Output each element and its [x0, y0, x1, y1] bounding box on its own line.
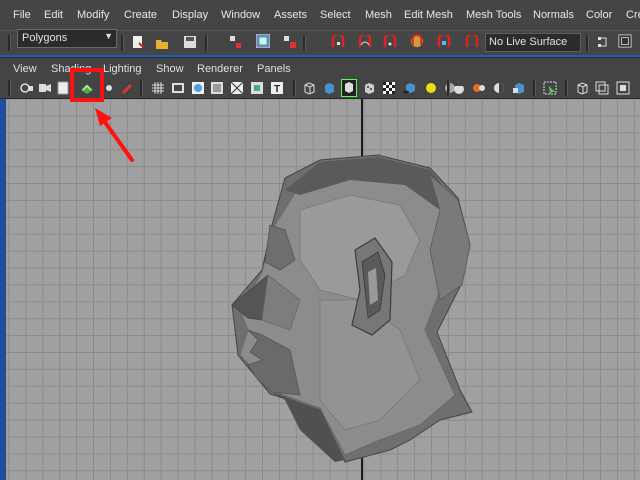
menu-color[interactable]: Color [586, 9, 612, 21]
construction-history-icon[interactable] [596, 35, 610, 49]
separator [293, 80, 296, 96]
camera-attributes-icon[interactable] [38, 81, 52, 95]
resolution-gate-icon[interactable] [191, 81, 205, 95]
grease-pencil-icon[interactable] [119, 81, 133, 95]
select-camera-icon[interactable] [20, 81, 34, 95]
use-all-lights-icon[interactable] [382, 81, 396, 95]
default-light-icon[interactable] [424, 81, 438, 95]
separator [565, 80, 568, 96]
status-line: Polygons ▼ No Live Surface [0, 29, 640, 56]
snap-view-plane-icon[interactable] [410, 34, 424, 48]
save-scene-icon[interactable] [183, 35, 197, 49]
panel-menu-lighting[interactable]: Lighting [103, 63, 142, 75]
menu-file[interactable]: File [13, 9, 31, 21]
smooth-shade-icon[interactable] [322, 81, 336, 95]
chevron-down-icon: ▼ [104, 31, 113, 41]
menu-edit-mesh[interactable]: Edit Mesh [404, 9, 453, 21]
menu-select[interactable]: Select [320, 9, 351, 21]
main-menu-bar: File Edit Modify Create Display Window A… [0, 0, 640, 30]
gate-mask-icon[interactable] [210, 81, 224, 95]
menu-modify[interactable]: Modify [77, 9, 109, 21]
live-surface-magnet-icon[interactable] [465, 35, 479, 49]
select-object-icon[interactable] [256, 34, 270, 48]
textured-icon[interactable] [362, 81, 376, 95]
grid-toggle-icon[interactable] [151, 81, 165, 95]
panel-menu-renderer[interactable]: Renderer [197, 63, 243, 75]
separator [140, 80, 143, 96]
wireframe-on-shaded-icon[interactable] [341, 79, 357, 97]
separator [8, 80, 11, 96]
snap-curve-icon[interactable] [358, 35, 372, 49]
xray-icon[interactable] [512, 81, 526, 95]
depth-of-field-icon[interactable] [492, 81, 506, 95]
motion-blur-icon[interactable] [452, 81, 466, 95]
menu-edit[interactable]: Edit [44, 9, 63, 21]
open-folder-icon[interactable] [155, 36, 169, 50]
wireframe-icon[interactable] [302, 81, 316, 95]
anti-aliasing-icon[interactable] [472, 81, 486, 95]
live-surface-field[interactable]: No Live Surface [485, 33, 581, 52]
menu-display[interactable]: Display [172, 9, 208, 21]
snap-grid-icon[interactable] [331, 35, 345, 49]
select-hierarchy-icon[interactable] [229, 35, 243, 49]
backface-culling-icon[interactable] [616, 81, 630, 95]
separator [8, 35, 11, 51]
snap-point-icon[interactable] [383, 35, 397, 49]
annotation-arrow-icon [95, 108, 134, 162]
separator [205, 35, 208, 51]
panel-menu-show[interactable]: Show [156, 63, 184, 75]
safe-title-icon[interactable]: T [270, 81, 284, 95]
xray-joints-icon[interactable] [575, 81, 589, 95]
separator [447, 80, 450, 96]
menu-create-truncated[interactable]: Cre [626, 9, 640, 21]
separator [533, 80, 536, 96]
separator [121, 35, 124, 51]
render-view-icon[interactable] [618, 34, 632, 48]
shadows-icon[interactable] [402, 81, 416, 95]
menu-mesh-tools[interactable]: Mesh Tools [466, 9, 521, 21]
panel-menu-view[interactable]: View [13, 63, 37, 75]
highlight-box [70, 68, 104, 102]
menu-mesh[interactable]: Mesh [365, 9, 392, 21]
live-surface-value: No Live Surface [489, 36, 568, 48]
menu-assets[interactable]: Assets [274, 9, 307, 21]
separator [586, 35, 589, 51]
separator [303, 35, 306, 51]
panel-menu-panels[interactable]: Panels [257, 63, 291, 75]
svg-text:T: T [274, 84, 280, 95]
select-component-icon[interactable] [283, 35, 297, 49]
menu-set-value: Polygons [22, 32, 68, 44]
new-scene-icon[interactable] [131, 35, 145, 49]
menu-normals[interactable]: Normals [533, 9, 574, 21]
isolate-select-icon[interactable] [543, 81, 557, 95]
2d-pan-zoom-icon[interactable] [102, 81, 116, 95]
bookmarks-icon[interactable] [56, 81, 70, 95]
menu-set-dropdown[interactable]: Polygons ▼ [17, 29, 117, 48]
make-live-icon[interactable] [437, 35, 451, 49]
safe-action-icon[interactable] [250, 81, 264, 95]
menu-window[interactable]: Window [221, 9, 260, 21]
xray-active-icon[interactable] [595, 81, 609, 95]
film-gate-icon[interactable] [171, 81, 185, 95]
menu-create[interactable]: Create [124, 9, 157, 21]
field-chart-icon[interactable] [230, 81, 244, 95]
